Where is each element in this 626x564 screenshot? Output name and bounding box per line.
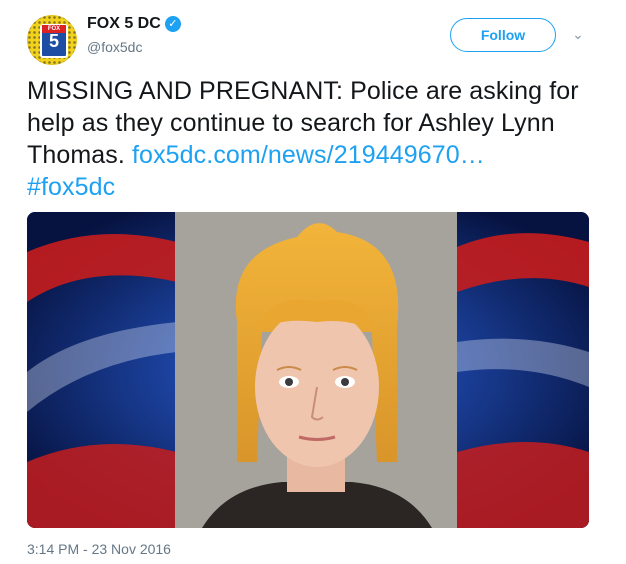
follow-button[interactable]: Follow (450, 18, 556, 52)
tweet-timestamp[interactable]: 3:14 PM - 23 Nov 2016 (27, 541, 171, 557)
tweet-photo[interactable] (27, 212, 589, 528)
logo-number: 5 (48, 31, 59, 51)
account-name[interactable]: FOX 5 DC (87, 15, 161, 32)
fox5-logo: FOX 5 (40, 24, 68, 58)
logo-fox-text: FOX (42, 25, 66, 33)
account-handle[interactable]: @fox5dc (87, 39, 142, 55)
chevron-down-icon[interactable]: ⌄ (568, 24, 588, 44)
photo-illustration (27, 212, 589, 528)
tweet-link[interactable]: fox5dc.com/news/219449670… (132, 141, 485, 169)
account-name-row[interactable]: FOX 5 DC ✓ (87, 15, 181, 33)
tweet-hashtag[interactable]: #fox5dc (27, 173, 115, 201)
avatar[interactable]: FOX 5 (27, 15, 77, 65)
verified-badge-icon: ✓ (164, 16, 181, 32)
tweet-text: MISSING AND PREGNANT: Police are asking … (27, 75, 597, 203)
